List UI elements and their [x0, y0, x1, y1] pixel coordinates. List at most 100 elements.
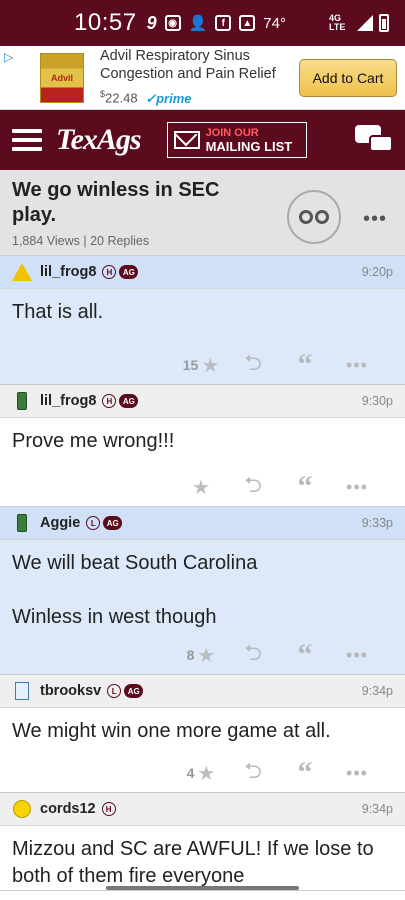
post-time: 9:30p: [361, 394, 393, 408]
post: tbrooksv L AG 9:34p We might win one mor…: [0, 675, 405, 793]
post-username[interactable]: Aggie: [40, 515, 80, 531]
ad-price-value: 22.48: [105, 90, 138, 106]
ad-text[interactable]: Advil Respiratory Sinus Congestion and P…: [100, 47, 299, 107]
star-button[interactable]: 8 ★: [175, 643, 227, 668]
post-time: 9:34p: [361, 802, 393, 816]
thread-header: We go winless in SEC play. 1,884 Views |…: [0, 170, 405, 256]
gesture-handle[interactable]: [106, 886, 299, 890]
camera-icon: ◉: [164, 15, 181, 31]
star-icon: ★: [201, 354, 220, 377]
star-icon: ★: [192, 476, 210, 499]
post: Aggie L AG 9:33p We will beat South Caro…: [0, 507, 405, 675]
signal-icon: [357, 15, 373, 31]
add-contact-icon: 👤: [188, 15, 208, 32]
chat-icon[interactable]: [355, 125, 393, 155]
post-username[interactable]: lil_frog8: [40, 264, 96, 280]
star-button[interactable]: 15 ★: [175, 353, 227, 378]
phone-icon: [12, 391, 32, 411]
lightbulb-icon: [12, 799, 32, 819]
ad-banner[interactable]: ▷ Advil Advil Respiratory Sinus Congesti…: [0, 46, 405, 110]
h-badge: H: [102, 394, 117, 408]
post: cords12 H 9:34p Mizzou and SC are AWFUL!…: [0, 793, 405, 891]
network-label: 4G LTE: [329, 13, 346, 32]
post-body: We will beat South Carolina Winless in w…: [0, 540, 405, 674]
post-username[interactable]: cords12: [40, 801, 96, 817]
post-text: Mizzou and SC are AWFUL! If we lose to b…: [12, 838, 374, 887]
post-body: Mizzou and SC are AWFUL! If we lose to b…: [0, 826, 405, 890]
reply-icon[interactable]: ⮌: [227, 636, 279, 674]
post-text: We might win one more game at all.: [12, 720, 331, 742]
h-badge: H: [102, 265, 117, 279]
post-actions: ★ ⮌ “ •••: [12, 468, 393, 506]
star-count: 8: [186, 647, 195, 663]
add-to-cart-button[interactable]: Add to Cart: [299, 58, 397, 97]
quote-icon[interactable]: “: [279, 350, 331, 380]
menu-icon[interactable]: [12, 129, 42, 151]
mailing-list-button[interactable]: JOIN OUR MAILING LIST: [166, 122, 307, 158]
status-icons: 9 ◉ 👤 f ▲ 74°: [147, 13, 286, 34]
h-badge: H: [101, 802, 116, 816]
thread-meta: 1,884 Views | 20 Replies: [12, 234, 150, 248]
ag-badge: AG: [119, 265, 139, 279]
post-body: We might win one more game at all. 4 ★ ⮌ …: [0, 708, 405, 792]
ad-title: Advil Respiratory Sinus Congestion and P…: [100, 48, 276, 83]
post-body: That is all. 15 ★ ⮌ “ •••: [0, 289, 405, 384]
post-header: lil_frog8 H AG 9:30p: [0, 385, 405, 418]
status-bar: 10:57 9 ◉ 👤 f ▲ 74° 4G LTE: [0, 0, 405, 46]
ag-badge: AG: [124, 684, 144, 698]
quote-icon[interactable]: “: [279, 758, 331, 788]
star-button[interactable]: 4 ★: [175, 761, 227, 786]
post-header: cords12 H 9:34p: [0, 793, 405, 826]
prime-logo: ✓prime: [145, 90, 192, 106]
status-right: 4G LTE: [329, 14, 389, 32]
reply-icon[interactable]: ⮌: [227, 754, 279, 792]
post-more-icon[interactable]: •••: [331, 355, 383, 376]
navbar: TexAgs JOIN OUR MAILING LIST: [0, 110, 405, 170]
star-count: 4: [186, 765, 195, 781]
mailing-bottom-label: MAILING LIST: [205, 139, 293, 154]
thread-title: We go winless in SEC play.: [12, 179, 220, 226]
l-badge: L: [107, 684, 122, 698]
thread-more-icon[interactable]: •••: [363, 208, 387, 231]
post-time: 9:34p: [361, 684, 393, 698]
post-time: 9:20p: [361, 265, 393, 279]
ad-price: $22.48 ✓prime: [100, 85, 299, 107]
warning-icon: [12, 262, 32, 282]
post-body: Prove me wrong!!! ★ ⮌ “ •••: [0, 418, 405, 506]
temperature: 74°: [263, 14, 286, 32]
ad-choices-icon[interactable]: ▷: [4, 50, 13, 64]
reply-icon[interactable]: ⮌: [227, 468, 279, 506]
star-button[interactable]: ★: [175, 475, 227, 500]
texags-logo[interactable]: TexAgs: [56, 123, 142, 157]
post-actions: 8 ★ ⮌ “ •••: [12, 636, 393, 674]
post: lil_frog8 H AG 9:30p Prove me wrong!!! ★…: [0, 385, 405, 507]
image-icon: ▲: [239, 15, 256, 31]
post-header: lil_frog8 H AG 9:20p: [0, 256, 405, 289]
post-time: 9:33p: [361, 516, 393, 530]
post-text: We will beat South Carolina Winless in w…: [12, 552, 258, 628]
post-username[interactable]: lil_frog8: [40, 393, 96, 409]
post-header: Aggie L AG 9:33p: [0, 507, 405, 540]
ad-product-image[interactable]: Advil: [40, 52, 84, 103]
binoculars-icon[interactable]: [287, 190, 341, 244]
post-username[interactable]: tbrooksv: [40, 683, 101, 699]
ad-product-label: Advil: [50, 72, 73, 83]
quote-icon[interactable]: “: [279, 472, 331, 502]
post-actions: 4 ★ ⮌ “ •••: [12, 754, 393, 792]
post: lil_frog8 H AG 9:20p That is all. 15 ★ ⮌ …: [0, 256, 405, 385]
quote-icon[interactable]: “: [279, 640, 331, 670]
reply-icon[interactable]: ⮌: [227, 346, 279, 384]
post-more-icon[interactable]: •••: [331, 477, 383, 498]
post-text: Prove me wrong!!!: [12, 430, 175, 452]
l-badge: L: [86, 516, 101, 530]
post-text: That is all.: [12, 301, 104, 323]
phone-icon: [12, 513, 32, 533]
star-count: 15: [182, 357, 199, 373]
post-more-icon[interactable]: •••: [331, 763, 383, 784]
status-time: 10:57: [74, 9, 137, 36]
ag-badge: AG: [119, 394, 139, 408]
notepad-icon: [12, 681, 32, 701]
post-more-icon[interactable]: •••: [331, 645, 383, 666]
prime-label: prime: [156, 90, 192, 106]
post-header: tbrooksv L AG 9:34p: [0, 675, 405, 708]
